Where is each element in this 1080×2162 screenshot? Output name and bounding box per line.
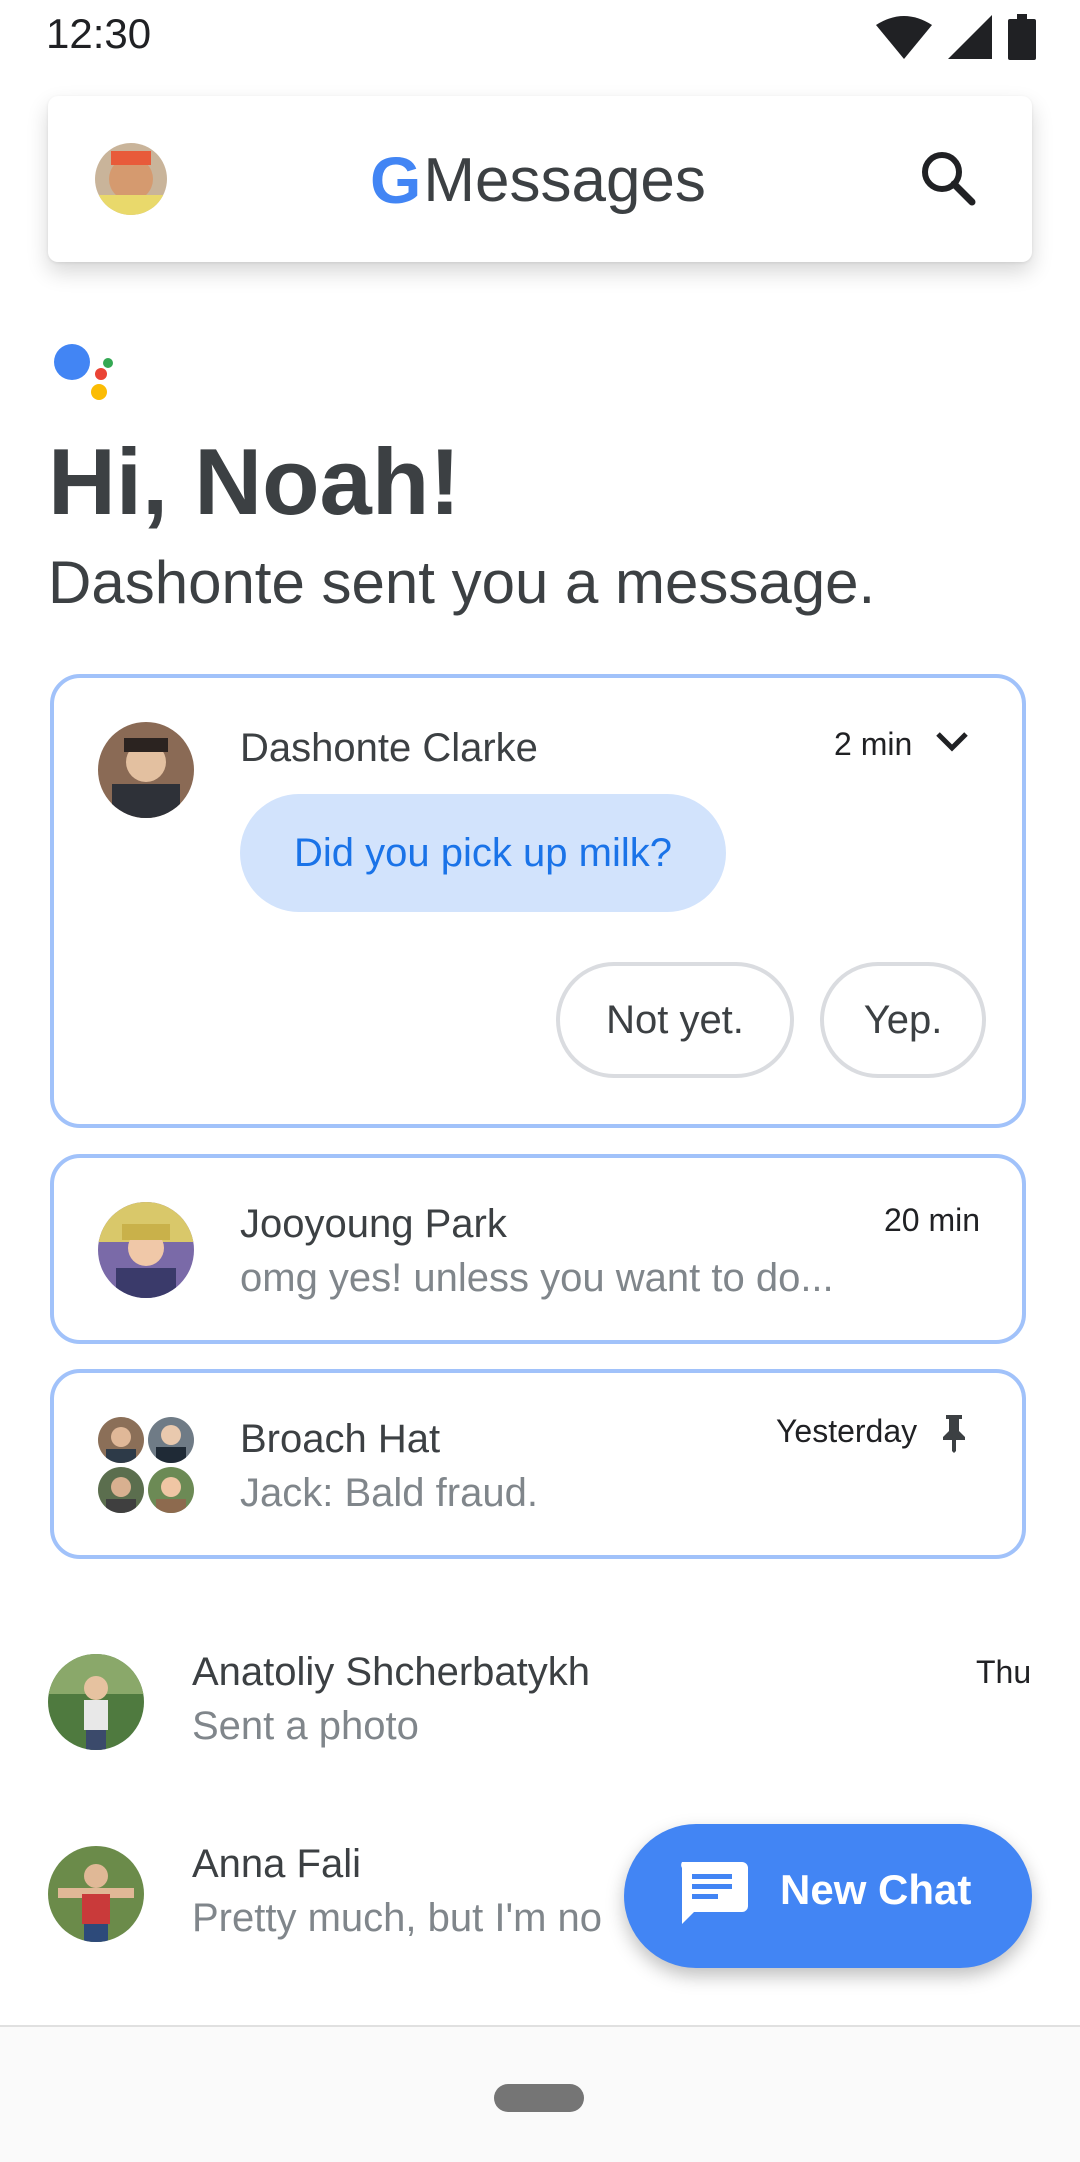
timestamp: Thu (976, 1654, 1032, 1690)
avatar (48, 1846, 144, 1942)
status-time: 12:30 (46, 10, 152, 57)
timestamp: 2 min (834, 726, 913, 762)
message-snippet: omg yes! unless you want to do... (240, 1256, 834, 1300)
contact-name: Anatoliy Shcherbatykh (192, 1650, 591, 1694)
profile-avatar[interactable] (95, 143, 167, 215)
avatar (98, 1467, 144, 1513)
group-avatar (98, 1417, 194, 1513)
message-bubble: Did you pick up milk? (240, 794, 726, 912)
smart-reply-yep[interactable]: Yep. (820, 962, 986, 1078)
conversation-row[interactable]: Anatoliy Shcherbatykh Thu Sent a photo (0, 1640, 1080, 1780)
conversation-card[interactable]: Jooyoung Park 20 min omg yes! unless you… (50, 1154, 1026, 1344)
avatar (148, 1467, 194, 1513)
avatar (48, 1654, 144, 1750)
navigation-bar (0, 2025, 1080, 2162)
assistant-subtitle: Dashonte sent you a message. (48, 549, 876, 616)
app-title: G Messages (370, 140, 706, 220)
assistant-greeting: Hi, Noah! (48, 429, 461, 534)
avatar (98, 1202, 194, 1298)
avatar (148, 1417, 194, 1463)
conversation-card[interactable]: Broach Hat Yesterday Jack: Bald fraud. (50, 1369, 1026, 1559)
timestamp: Yesterday (776, 1413, 918, 1449)
new-chat-button[interactable]: New Chat (624, 1824, 1032, 1968)
smart-reply-not-yet[interactable]: Not yet. (556, 962, 794, 1078)
wifi-icon (876, 16, 932, 59)
app-name: Messages (423, 145, 706, 215)
featured-conversation-card[interactable]: Dashonte Clarke 2 min Did you pick up mi… (50, 674, 1026, 1128)
chevron-down-icon[interactable] (932, 722, 972, 762)
message-snippet: Jack: Bald fraud. (240, 1471, 538, 1515)
google-logo: G (370, 143, 422, 217)
new-chat-label: New Chat (780, 1866, 972, 1913)
avatar (98, 1417, 144, 1463)
chat-icon (681, 1862, 748, 1924)
contact-name: Jooyoung Park (240, 1202, 507, 1246)
search-icon[interactable] (916, 146, 980, 210)
message-snippet: Pretty much, but I'm no (192, 1896, 603, 1940)
pin-icon (943, 1415, 965, 1453)
status-bar: 12:30 (0, 0, 1080, 70)
contact-name: Broach Hat (240, 1417, 441, 1461)
battery-icon (1008, 14, 1036, 60)
avatar (98, 722, 194, 818)
timestamp: 20 min (884, 1202, 981, 1238)
home-gesture-handle[interactable] (494, 2084, 584, 2112)
assistant-icon (54, 344, 113, 400)
contact-name: Dashonte Clarke (240, 726, 538, 770)
contact-name: Anna Fali (192, 1842, 361, 1886)
cellular-signal-icon (948, 15, 992, 59)
message-snippet: Sent a photo (192, 1704, 419, 1748)
app-bar: G Messages (48, 96, 1032, 262)
